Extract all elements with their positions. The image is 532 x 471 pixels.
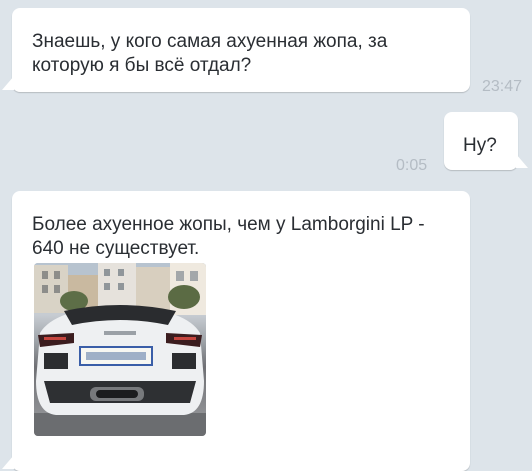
message-bubble-incoming[interactable]: Знаешь, у кого самая ахуенная жопа, за к… [2,8,470,92]
message-bubble-outgoing[interactable]: Ну? [444,112,528,170]
message-timestamp: 0:05 [396,157,428,174]
message-text: Ну? [463,135,497,156]
message-text: Знаешь, у кого самая ахуенная жопа, за к… [32,31,388,76]
message-text: Более ахуенное жопы, чем у Lamborgini LP… [32,214,425,259]
chat-area: Знаешь, у кого самая ахуенная жопа, за к… [0,0,532,471]
message-timestamp: 23:47 [482,78,523,95]
message-bubble-incoming[interactable]: Более ахуенное жопы, чем у Lamborgini LP… [2,191,470,471]
car-photo[interactable] [34,263,206,436]
